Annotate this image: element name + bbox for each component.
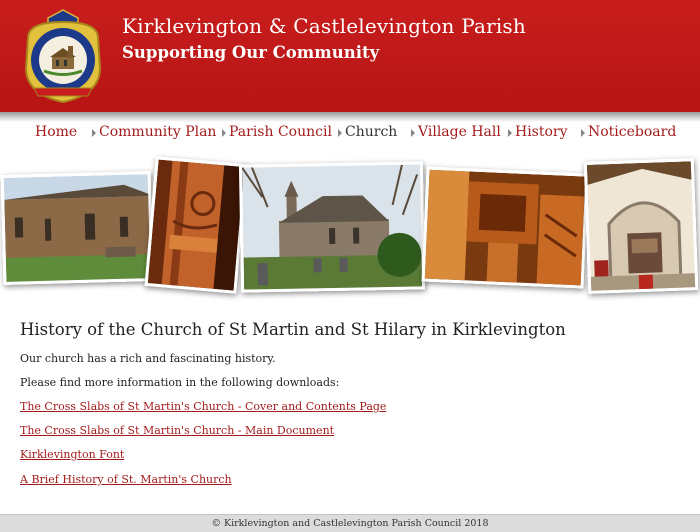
- nav-arrow-icon: [411, 129, 415, 137]
- page-title: History of the Church of St Martin and S…: [20, 320, 566, 339]
- download-link-kirklevington-font[interactable]: Kirklevington Font: [20, 448, 124, 461]
- site-header: Kirklevington & Castlelevington Parish S…: [0, 0, 700, 112]
- nav-arrow-icon: [222, 129, 226, 137]
- nav-arrow-icon: [508, 129, 512, 137]
- footer-copyright: © Kirklevington and Castlelevington Pari…: [211, 518, 489, 529]
- church-interior-photo: [583, 158, 699, 294]
- carved-pillar-photo: [144, 156, 248, 294]
- download-link-cross-slabs-main[interactable]: The Cross Slabs of St Martin's Church - …: [20, 424, 334, 437]
- church-exterior-photo: [0, 171, 154, 285]
- download-link-brief-history[interactable]: A Brief History of St. Martin's Church: [20, 473, 232, 486]
- main-nav: Home Community Plan Parish Council Churc…: [0, 124, 700, 146]
- nav-village-hall[interactable]: Village Hall: [418, 124, 501, 140]
- photo-strip: [0, 155, 700, 300]
- header-shadow: [0, 112, 700, 122]
- intro-text: Our church has a rich and fascinating hi…: [20, 352, 276, 365]
- nav-church[interactable]: Church: [345, 124, 397, 140]
- nav-noticeboard[interactable]: Noticeboard: [588, 124, 676, 140]
- site-footer: © Kirklevington and Castlelevington Pari…: [0, 514, 700, 532]
- nav-home[interactable]: Home: [35, 124, 77, 140]
- nav-arrow-icon: [581, 129, 585, 137]
- nav-community-plan[interactable]: Community Plan: [99, 124, 216, 140]
- nav-arrow-icon: [338, 129, 342, 137]
- download-link-cross-slabs-cover[interactable]: The Cross Slabs of St Martin's Church - …: [20, 400, 386, 413]
- church-graveyard-photo: [238, 161, 426, 293]
- site-subtitle: Supporting Our Community: [122, 43, 380, 62]
- parish-crest-icon[interactable]: [20, 8, 106, 106]
- carved-capital-photo: [421, 166, 589, 289]
- nav-history[interactable]: History: [515, 124, 568, 140]
- downloads-intro-text: Please find more information in the foll…: [20, 376, 340, 389]
- site-title: Kirklevington & Castlelevington Parish: [122, 14, 526, 38]
- nav-arrow-icon: [92, 129, 96, 137]
- nav-parish-council[interactable]: Parish Council: [229, 124, 332, 140]
